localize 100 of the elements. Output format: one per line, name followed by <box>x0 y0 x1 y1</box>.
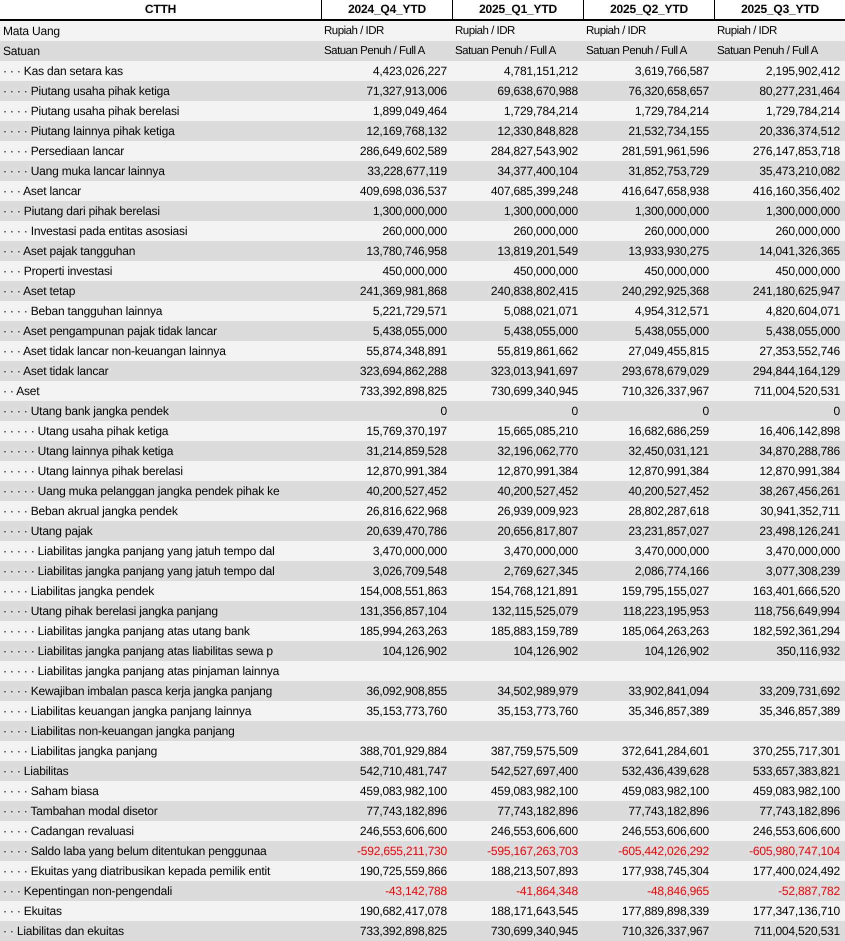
table-cell-text: 246,553,606,600 <box>620 823 710 840</box>
table-cell-text: 450,000,000 <box>643 263 710 280</box>
table-cell-text: 733,392,898,825 <box>358 923 448 940</box>
table-cell-text: 12,870,991,384 <box>496 463 579 480</box>
column-header[interactable]: 2025_Q3_YTD <box>714 0 845 19</box>
table-cell-text: 4,954,312,571 <box>634 303 710 320</box>
table-cell-text: -595,167,263,703 <box>486 843 579 860</box>
row-label: · · · · Ekuitas yang diatribusikan kepada pemilik entit <box>2 863 272 880</box>
row-label: · · Liabilitas dan ekuitas <box>2 923 125 940</box>
row-label: · · · · Liabilitas jangka panjang <box>2 743 158 760</box>
table-cell-text: 710,326,337,967 <box>620 923 710 940</box>
table-cell-text: 12,870,991,384 <box>627 463 710 480</box>
table-cell-text: 3,470,000,000 <box>764 543 841 560</box>
table-cell-text: 1,729,784,214 <box>502 103 579 120</box>
table-cell-text: 5,438,055,000 <box>502 323 579 340</box>
table-cell-text: 77,743,182,896 <box>627 803 710 820</box>
table-cell-text: 159,795,155,027 <box>620 583 710 600</box>
row-label: · · · · Beban akrual jangka pendek <box>2 503 179 520</box>
table-cell-text: 276,147,853,718 <box>752 143 841 160</box>
table-cell-text: 131,356,857,104 <box>358 603 448 620</box>
table-cell-text: 163,401,666,520 <box>752 583 841 600</box>
row-label: · · · Aset pajak tangguhan <box>2 243 136 260</box>
table-cell-text: 15,665,085,210 <box>496 423 579 440</box>
table-cell-text: 12,330,848,828 <box>496 123 579 140</box>
row-label: · · · · · Uang muka pelanggan jangka pendek pihak ke <box>2 483 280 500</box>
table-cell-text: 20,656,817,807 <box>496 523 579 540</box>
row-label: · · · Kas dan setara kas <box>2 63 124 80</box>
column-header[interactable]: 2025_Q1_YTD <box>452 0 583 19</box>
table-cell-text: 2,769,627,345 <box>502 563 579 580</box>
table-cell-text: 542,527,697,400 <box>490 763 579 780</box>
table-cell-text: 32,196,062,770 <box>496 443 579 460</box>
row-label: · · · · · Utang lainnya pihak ketiga <box>2 443 174 460</box>
table-cell-text: 28,802,287,618 <box>627 503 710 520</box>
table-cell-text: 23,498,126,241 <box>758 523 841 540</box>
row-label: · · · · · Utang usaha pihak ketiga <box>2 423 170 440</box>
row-label: · · · · · Liabilitas jangka panjang atas pinjaman lainnya <box>2 663 280 680</box>
table-cell-text: 1,300,000,000 <box>634 203 710 220</box>
table-cell-text: 21,532,734,155 <box>627 123 710 140</box>
table-cell-text: 459,083,982,100 <box>620 783 710 800</box>
row-label: · · · · Piutang usaha pihak berelasi <box>2 103 180 120</box>
table-cell-text: 12,870,991,384 <box>758 463 841 480</box>
table-cell-text: 5,438,055,000 <box>764 323 841 340</box>
table-cell-text: 31,214,859,528 <box>365 443 448 460</box>
table-cell-text: 177,400,024,492 <box>752 863 841 880</box>
table-cell-text: 532,436,439,628 <box>620 763 710 780</box>
table-cell-text: 12,870,991,384 <box>365 463 448 480</box>
table-cell-text: 188,213,507,893 <box>490 863 579 880</box>
table-cell-text: 4,820,604,071 <box>764 303 841 320</box>
table-cell-text: 286,649,602,589 <box>358 143 448 160</box>
table-cell-text: 32,450,031,121 <box>627 443 710 460</box>
table-cell-text: 12,169,768,132 <box>365 123 448 140</box>
table-cell-text: 69,638,670,988 <box>496 83 579 100</box>
table-cell-text: 185,994,263,263 <box>358 623 448 640</box>
table-cell-text: 132,115,525,079 <box>490 603 579 620</box>
table-cell-text: 293,678,679,029 <box>620 363 710 380</box>
table-cell-text: 77,743,182,896 <box>365 803 448 820</box>
table-cell-text: 459,083,982,100 <box>752 783 841 800</box>
table-cell-text: 3,619,766,587 <box>634 63 710 80</box>
table-cell-text: 533,657,383,821 <box>752 763 841 780</box>
row-label: · · · · Beban tangguhan lainnya <box>2 303 164 320</box>
table-cell-text: 13,780,746,958 <box>365 243 448 260</box>
row-label: · · · Aset pengampunan pajak tidak lancar <box>2 323 218 340</box>
column-header[interactable]: CTTH <box>0 0 321 19</box>
table-cell-text: 241,369,981,868 <box>358 283 448 300</box>
table-cell-text: 416,160,356,402 <box>752 183 841 200</box>
row-label: · · · · Piutang lainnya pihak ketiga <box>2 123 176 140</box>
row-label: · · · · · Utang lainnya pihak berelasi <box>2 463 184 480</box>
table-cell-text: 1,729,784,214 <box>764 103 841 120</box>
row-label: · · · · Piutang usaha pihak ketiga <box>2 83 171 100</box>
row-label: · · · · Investasi pada entitas asosiasi <box>2 223 188 240</box>
table-cell-text: 733,392,898,825 <box>358 383 448 400</box>
table-cell-text: Satuan Penuh / Full A <box>716 44 820 59</box>
table-cell-text: 450,000,000 <box>774 263 841 280</box>
column-header[interactable]: 2025_Q2_YTD <box>583 0 714 19</box>
table-cell-text: 154,768,121,891 <box>490 583 579 600</box>
table-cell-text: 1,300,000,000 <box>502 203 579 220</box>
table-cell-text: 240,838,802,415 <box>490 283 579 300</box>
row-label: · · · · Saham biasa <box>2 783 100 800</box>
table-cell-text: 730,699,340,945 <box>490 383 579 400</box>
table-cell-text: 177,889,898,339 <box>620 903 710 920</box>
row-label: · · · Aset lancar <box>2 183 82 200</box>
table-cell-text: 185,064,263,263 <box>620 623 710 640</box>
table-cell-text: 416,647,658,938 <box>620 183 710 200</box>
table-cell-text: 711,004,520,531 <box>752 923 841 940</box>
table-cell-text: 710,326,337,967 <box>620 383 710 400</box>
table-cell-text: 35,473,210,082 <box>758 163 841 180</box>
table-cell-text: 407,685,399,248 <box>490 183 579 200</box>
table-cell-text: 55,819,861,662 <box>496 343 579 360</box>
table-cell-text: 190,725,559,866 <box>358 863 448 880</box>
table-cell-text: 281,591,961,596 <box>620 143 710 160</box>
table-cell-text: 3,026,709,548 <box>372 563 448 580</box>
column-header[interactable]: 2024_Q4_YTD <box>321 0 452 19</box>
table-cell-text: 246,553,606,600 <box>358 823 448 840</box>
row-label: · · · · Saldo laba yang belum ditentukan penggunaa <box>2 843 268 860</box>
table-cell-text: 118,223,195,953 <box>622 603 710 620</box>
table-cell-text: 1,300,000,000 <box>372 203 448 220</box>
table-cell-text: 260,000,000 <box>512 223 579 240</box>
table-cell-text: 13,933,930,275 <box>627 243 710 260</box>
row-label: · · · · Tambahan modal disetor <box>2 803 159 820</box>
row-label: · · · · Kewajiban imbalan pasca kerja jangka panjang <box>2 683 274 700</box>
